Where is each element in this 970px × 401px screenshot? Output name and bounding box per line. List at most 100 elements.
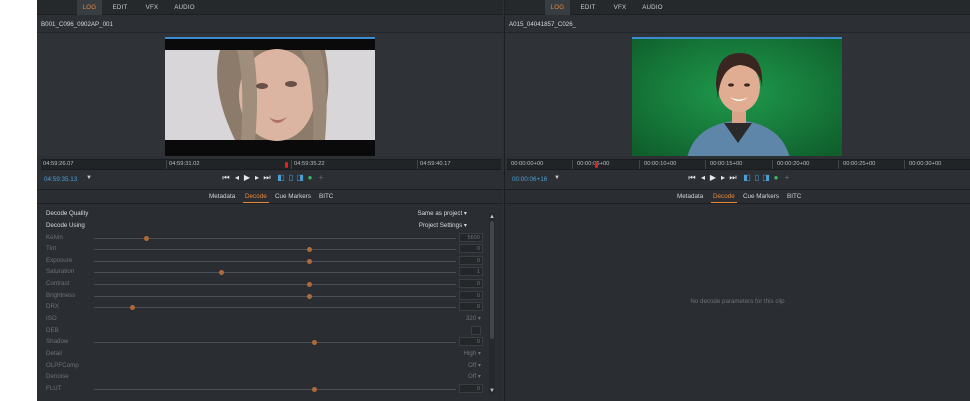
loop-icon[interactable]: ◨ xyxy=(296,173,304,182)
step-back-icon[interactable]: ◂ xyxy=(233,173,241,182)
param-slider-track[interactable] xyxy=(94,272,456,273)
param-slider-knob[interactable] xyxy=(219,270,224,275)
param-value[interactable]: 0 xyxy=(459,337,483,346)
scrollbar-thumb[interactable] xyxy=(490,221,494,339)
go-to-start-icon[interactable]: ⏮ xyxy=(688,173,696,182)
param-slider-track[interactable] xyxy=(94,261,456,262)
timeline-label: 04:59:31.02 xyxy=(169,161,200,167)
param-value[interactable]: 0 xyxy=(459,279,483,288)
tab-cue-markers[interactable]: Cue Markers xyxy=(275,193,311,200)
timeline-label: 04:59:35.22 xyxy=(294,161,325,167)
add-icon[interactable]: + xyxy=(317,173,325,182)
param-slider-knob[interactable] xyxy=(144,236,149,241)
param-value[interactable]: 5600 xyxy=(459,233,483,242)
tab-bitc[interactable]: BITC xyxy=(787,193,801,200)
scroll-down-icon[interactable]: ▼ xyxy=(489,388,495,394)
param-slider-knob[interactable] xyxy=(307,282,312,287)
param-slider-knob[interactable] xyxy=(307,259,312,264)
timeline-label: 04:59:40.17 xyxy=(420,161,451,167)
iso-select[interactable]: 320 ▾ xyxy=(466,315,481,322)
tab-bitc[interactable]: BITC xyxy=(319,193,333,200)
audio-icon[interactable]: ● xyxy=(772,173,780,182)
tab-metadata[interactable]: Metadata xyxy=(209,193,235,200)
param-value[interactable]: 0 xyxy=(459,384,483,393)
detail-label: Detail xyxy=(46,350,62,357)
timeline-ruler[interactable]: 00:00:00+00 00:00:05+00 00:00:10+00 00:0… xyxy=(507,159,970,170)
tab-metadata[interactable]: Metadata xyxy=(677,193,703,200)
video-image xyxy=(165,39,375,156)
param-value[interactable]: 0 xyxy=(459,302,483,311)
right-pane: LOG EDIT VFX AUDIO A015_04041857_C026_ 0… xyxy=(504,0,970,401)
param-slider-track[interactable] xyxy=(94,296,456,297)
video-frame[interactable] xyxy=(165,37,375,156)
step-forward-icon[interactable]: ▸ xyxy=(719,173,727,182)
timeline-ruler[interactable]: 04:59:26.07 04:59:31.02 04:59:35.22 04:5… xyxy=(41,159,501,170)
timeline-label: 04:59:26.07 xyxy=(43,161,74,167)
param-slider-track[interactable] xyxy=(94,307,456,308)
tab-vfx[interactable]: VFX xyxy=(140,0,164,15)
timecode-dropdown-icon[interactable]: ▼ xyxy=(86,174,92,183)
play-icon[interactable]: ▶ xyxy=(709,173,717,182)
olpf-select[interactable]: Off ▾ xyxy=(468,362,481,369)
timecode-dropdown-icon[interactable]: ▼ xyxy=(554,174,560,183)
audio-icon[interactable]: ● xyxy=(306,173,314,182)
param-slider-track[interactable] xyxy=(94,284,456,285)
param-slider-knob[interactable] xyxy=(130,305,135,310)
tab-decode[interactable]: Decode xyxy=(711,193,737,203)
param-slider-track[interactable] xyxy=(94,249,456,250)
param-value[interactable]: 1 xyxy=(459,267,483,276)
left-pane: LOG EDIT VFX AUDIO B001_C096_0902AP_001 xyxy=(37,0,503,401)
mark-out-icon[interactable]: ▯ xyxy=(287,173,295,182)
add-icon[interactable]: + xyxy=(783,173,791,182)
tab-log[interactable]: LOG xyxy=(77,0,102,15)
tab-decode[interactable]: Decode xyxy=(243,193,269,203)
go-to-end-icon[interactable]: ⏭ xyxy=(263,173,271,182)
playhead[interactable] xyxy=(285,162,288,168)
play-icon[interactable]: ▶ xyxy=(243,173,251,182)
param-slider-knob[interactable] xyxy=(312,340,317,345)
scrollbar[interactable]: ▲ ▼ xyxy=(489,213,495,395)
decode-using-select[interactable]: Project Settings ▾ xyxy=(419,222,467,229)
tab-vfx[interactable]: VFX xyxy=(608,0,632,15)
timeline-label: 00:00:05+00 xyxy=(577,161,610,167)
param-row-saturation: Saturation 1 xyxy=(37,267,489,278)
denoise-select[interactable]: Off ▾ xyxy=(468,373,481,380)
tab-audio[interactable]: AUDIO xyxy=(639,0,666,15)
tab-log[interactable]: LOG xyxy=(545,0,570,15)
param-row-flut: FLUT 0 xyxy=(37,384,489,395)
go-to-start-icon[interactable]: ⏮ xyxy=(222,173,230,182)
tab-edit[interactable]: EDIT xyxy=(577,0,599,15)
step-back-icon[interactable]: ◂ xyxy=(699,173,707,182)
deb-checkbox[interactable] xyxy=(471,326,481,335)
current-timecode[interactable]: 00:00:06+16 xyxy=(512,176,547,183)
param-slider-knob[interactable] xyxy=(312,387,317,392)
param-slider-knob[interactable] xyxy=(307,294,312,299)
param-slider-track[interactable] xyxy=(94,342,456,343)
tick xyxy=(417,160,418,169)
go-to-end-icon[interactable]: ⏭ xyxy=(729,173,737,182)
tab-cue-markers[interactable]: Cue Markers xyxy=(743,193,779,200)
step-forward-icon[interactable]: ▸ xyxy=(253,173,261,182)
param-slider-knob[interactable] xyxy=(307,247,312,252)
param-value[interactable]: 0 xyxy=(459,244,483,253)
tab-edit[interactable]: EDIT xyxy=(109,0,131,15)
decode-using-value: Project Settings xyxy=(418,222,463,229)
mark-out-icon[interactable]: ▯ xyxy=(753,173,761,182)
playhead[interactable] xyxy=(595,162,598,168)
scroll-up-icon[interactable]: ▲ xyxy=(489,214,495,220)
param-value[interactable]: 0 xyxy=(459,291,483,300)
param-row-drx: DRX 0 xyxy=(37,302,489,313)
param-value[interactable]: 0 xyxy=(459,256,483,265)
current-timecode[interactable]: 04:59:35.13 xyxy=(44,176,77,183)
mark-in-icon[interactable]: ◧ xyxy=(277,173,285,182)
param-label: Shadow xyxy=(46,338,69,345)
detail-select[interactable]: High ▾ xyxy=(463,350,481,357)
tab-audio[interactable]: AUDIO xyxy=(171,0,198,15)
video-frame[interactable] xyxy=(632,37,842,156)
loop-icon[interactable]: ◨ xyxy=(762,173,770,182)
decode-quality-select[interactable]: Same as project ▾ xyxy=(417,210,467,217)
param-slider-track[interactable] xyxy=(94,389,456,390)
param-row-tint: Tint 0 xyxy=(37,244,489,255)
mark-in-icon[interactable]: ◧ xyxy=(743,173,751,182)
tick xyxy=(639,160,640,169)
